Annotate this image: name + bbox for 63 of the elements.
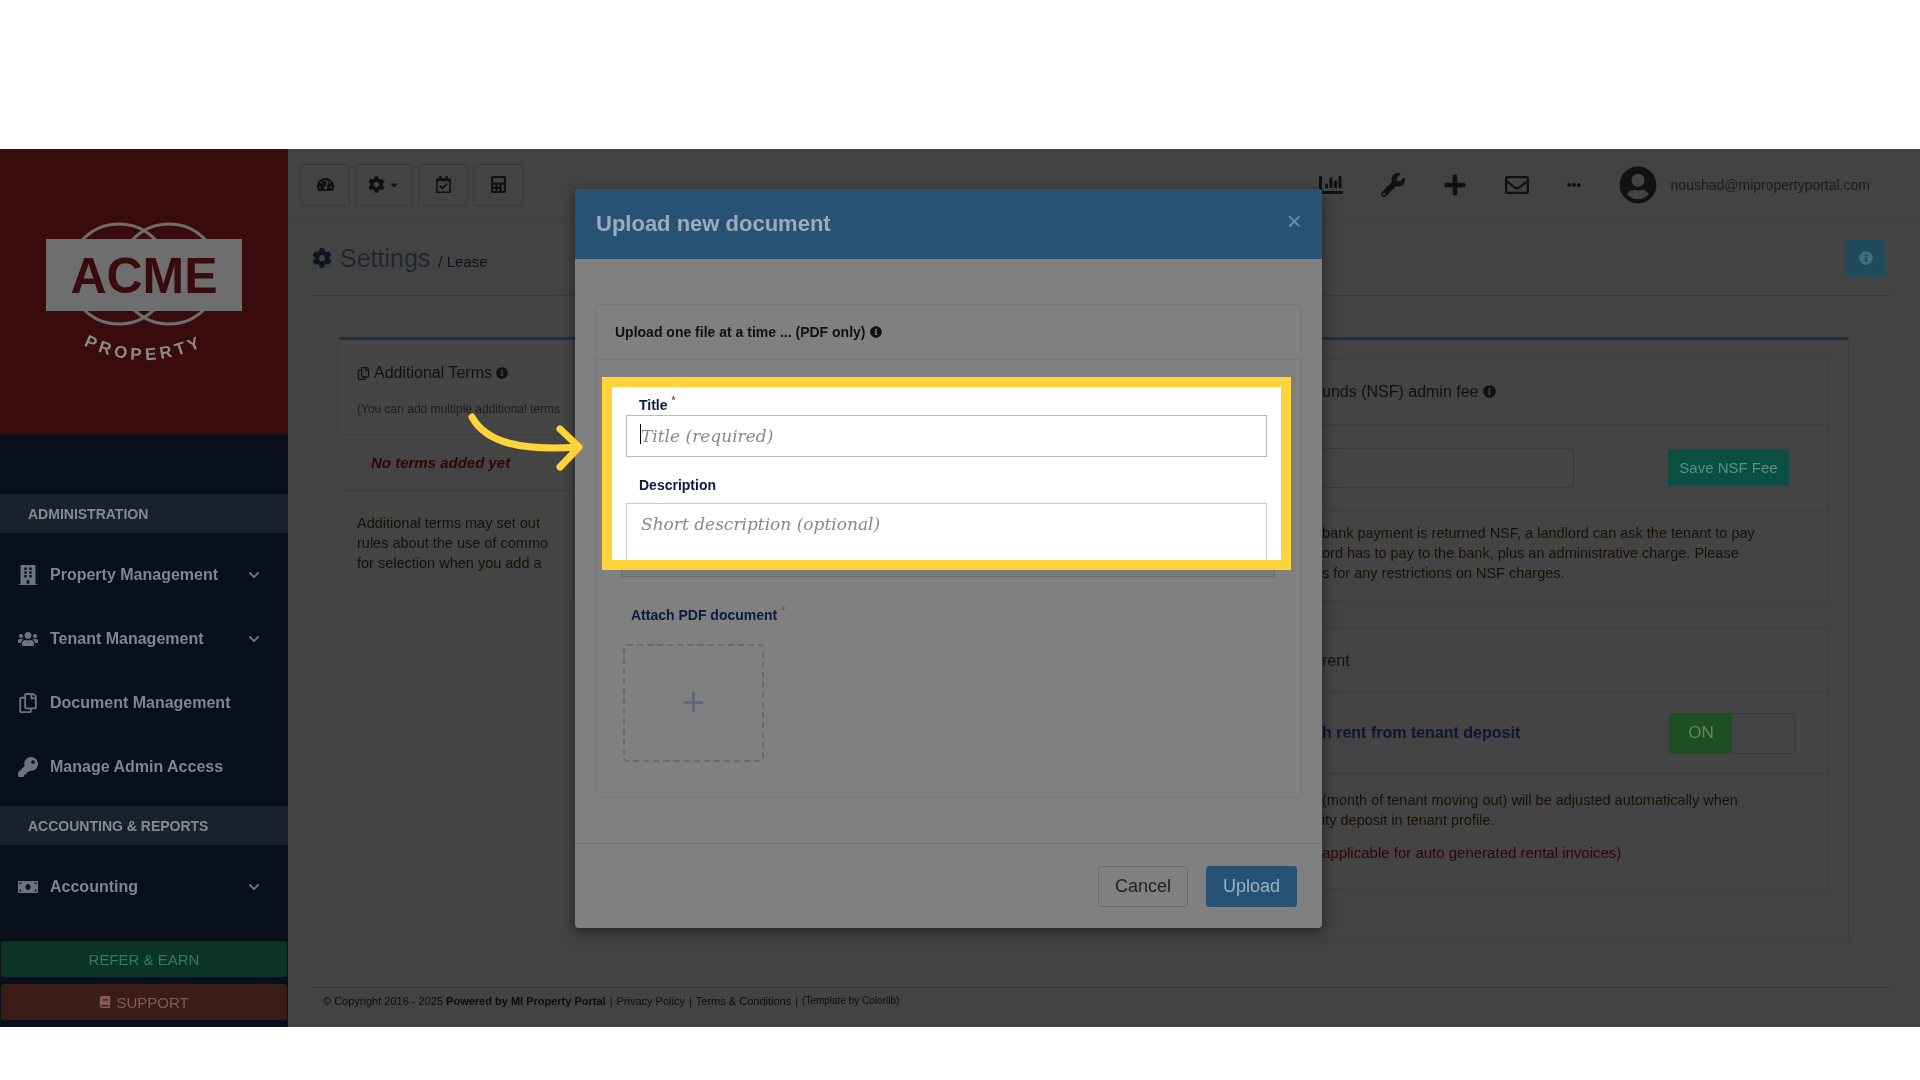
plus-icon[interactable] (1442, 172, 1467, 197)
separator: | (609, 994, 613, 1007)
title-field[interactable]: Title (required) (626, 414, 1267, 457)
separator: | (688, 994, 692, 1007)
info-icon (1859, 251, 1873, 265)
help-text: rules about the use of commo (357, 534, 550, 553)
cancel-button[interactable]: Cancel (1097, 865, 1188, 907)
sidebar-label: Tenant Management (50, 630, 205, 649)
calculator-icon (489, 176, 507, 193)
book-icon (99, 996, 112, 1009)
help-text: for selection when you add a (357, 554, 543, 573)
help-text: s for any restrictions on NSF charges. (1322, 564, 1566, 583)
close-button[interactable]: × (1286, 205, 1302, 237)
nav-icon (18, 693, 38, 714)
description-field[interactable]: Short description (optional) (626, 502, 1267, 560)
refer-button[interactable]: REFER & EARN (1, 941, 287, 978)
nav-icon (18, 757, 38, 778)
sidebar-item[interactable]: Tenant Management (0, 607, 288, 672)
sidebar-item[interactable]: Manage Admin Access (0, 735, 288, 800)
dashboard-button[interactable] (300, 163, 350, 206)
copy-icon (357, 366, 370, 380)
section-heading: ACCOUNTING & REPORTS (0, 806, 288, 846)
calendar-button[interactable] (418, 163, 468, 206)
sidebar-label: Accounting (50, 878, 139, 897)
dialog-title: Upload new document (596, 211, 831, 237)
wrench-icon[interactable] (1380, 172, 1405, 197)
sidebar-item[interactable]: Document Management (0, 671, 288, 736)
text-cursor (640, 423, 641, 444)
help-text: (month of tenant moving out) will be adjusted automatically when (1322, 791, 1739, 810)
fee-input[interactable] (1322, 447, 1574, 488)
settings-button[interactable] (355, 163, 413, 206)
info-icon (870, 326, 883, 338)
field-label: Title $^{*}$ (638, 394, 677, 413)
avatar-icon[interactable] (1618, 165, 1657, 204)
info-button[interactable] (1846, 239, 1886, 277)
field-label: Description (638, 475, 717, 493)
sidebar-label: Manage Admin Access (50, 758, 225, 777)
gauge-icon (316, 176, 334, 193)
help-text: bank payment is returned NSF, a landlord can ask the tenant to pay (1322, 524, 1756, 543)
upload-button[interactable]: Upload (1205, 865, 1297, 907)
separator: | (795, 994, 799, 1007)
sidebar-item[interactable]: Accounting (0, 855, 288, 920)
sidebar-label: Document Management (50, 694, 232, 713)
warning-text: applicable for auto generated rental invoices) (1322, 843, 1623, 863)
nav-icon (18, 565, 38, 586)
upload-instructions: Upload one file at a time ... (PDF only) (615, 324, 866, 340)
save-button[interactable]: Save NSF Fee (1668, 449, 1789, 486)
company-logo: ACME PROPERTY (44, 211, 244, 372)
sidebar-item[interactable]: Property Management (0, 543, 288, 608)
info-icon (1482, 385, 1496, 398)
help-text: ord has to pay to the bank, plus an administrative charge. Please (1322, 544, 1740, 563)
help-text: Additional terms may set out (357, 514, 541, 533)
calculator-button[interactable] (473, 163, 523, 206)
gear-icon (312, 248, 332, 268)
calendar-icon (434, 176, 452, 193)
help-text: ity deposit in tenant profile. (1322, 811, 1496, 830)
support-button[interactable]: SUPPORT (1, 984, 287, 1020)
info-icon (496, 367, 508, 379)
section-heading: ADMINISTRATION (0, 494, 288, 534)
toggle-switch[interactable]: ON (1669, 712, 1795, 754)
sidebar-label: Property Management (50, 566, 220, 585)
field-label: Attach PDF document $^{*}$ (631, 605, 787, 623)
gear-icon (368, 176, 385, 193)
